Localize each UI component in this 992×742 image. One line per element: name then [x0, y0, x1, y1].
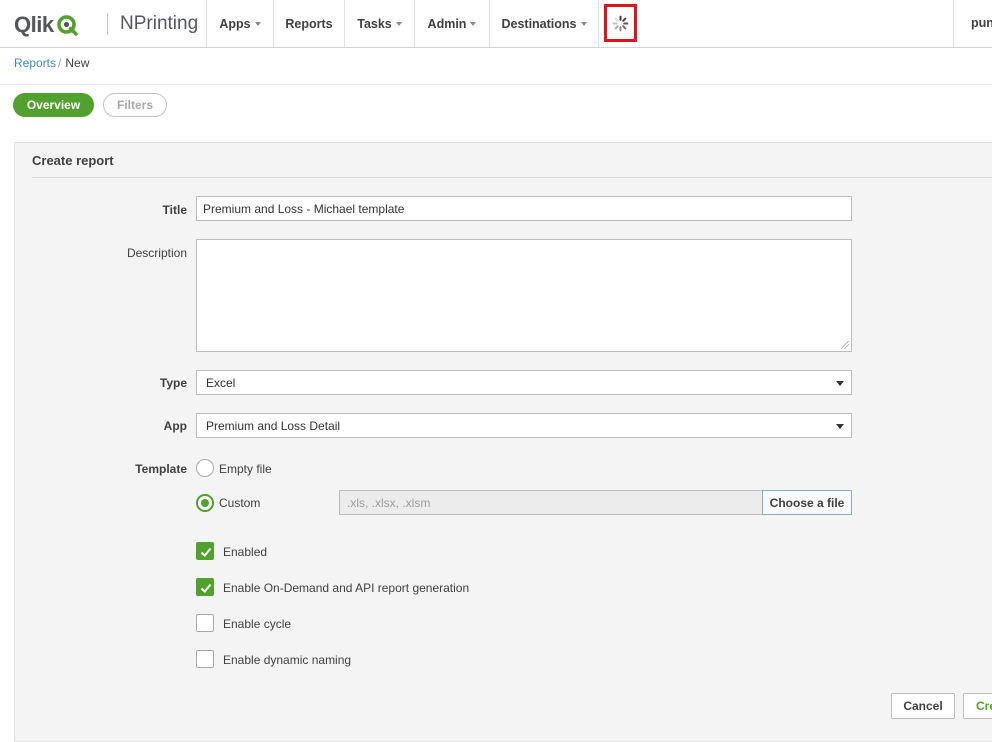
type-label: Type	[159, 376, 187, 390]
tab-overview[interactable]: Overview	[13, 93, 94, 117]
checkmark-icon	[200, 583, 212, 593]
dropdown-arrow-icon	[836, 381, 844, 386]
nav-admin-label: Admin	[427, 16, 467, 31]
caret-down-icon	[470, 21, 477, 26]
nav-tasks-label: Tasks	[357, 16, 392, 31]
template-file-input[interactable]: .xls, .xlsx, .xlsm	[339, 490, 763, 515]
tab-filters[interactable]: Filters	[103, 93, 167, 117]
app-select-value: Premium and Loss Detail	[206, 418, 341, 433]
qlik-q-icon	[56, 14, 78, 36]
template-label: Template	[135, 462, 187, 476]
enabled-checkbox[interactable]	[196, 542, 214, 560]
resize-grip-icon[interactable]	[841, 341, 849, 349]
cycle-checkbox[interactable]	[196, 614, 214, 632]
panel-divider	[32, 177, 992, 178]
caret-down-icon	[395, 21, 402, 26]
template-custom-radio[interactable]	[196, 494, 214, 512]
choose-file-button[interactable]: Choose a file	[762, 490, 852, 515]
panel-title: Create report	[32, 153, 114, 168]
app-select[interactable]: Premium and Loss Detail	[196, 413, 852, 438]
loading-indicator	[604, 4, 637, 42]
product-name: NPrinting	[120, 13, 199, 34]
description-label: Description	[126, 246, 187, 260]
caret-down-icon	[254, 21, 261, 26]
breadcrumb: Reports / New	[14, 56, 89, 70]
breadcrumb-separator: /	[58, 56, 62, 70]
breadcrumb-divider	[0, 84, 992, 85]
dynamic-naming-checkbox[interactable]	[196, 650, 214, 668]
logo-text: Qlik	[14, 12, 54, 37]
spinner-icon	[612, 15, 629, 32]
app-label: App	[163, 419, 187, 433]
user-menu[interactable]: pun	[971, 16, 992, 30]
type-select[interactable]: Excel	[196, 370, 852, 395]
nav-destinations-label: Destinations	[501, 16, 577, 31]
top-navigation-bar: Qlik NPrinting Apps Reports Tasks Admin …	[0, 0, 992, 48]
type-select-value: Excel	[206, 375, 236, 390]
dropdown-arrow-icon	[836, 424, 844, 429]
nav-apps-label: Apps	[219, 16, 251, 31]
on-demand-checkbox[interactable]	[196, 578, 214, 596]
qlik-logo[interactable]: Qlik	[14, 12, 78, 38]
create-button[interactable]: Cre	[963, 693, 992, 719]
description-textarea[interactable]	[196, 239, 852, 352]
breadcrumb-current: New	[65, 56, 90, 70]
nav-tasks[interactable]: Tasks	[344, 0, 414, 47]
cancel-button[interactable]: Cancel	[891, 693, 955, 719]
nav-divider	[953, 0, 954, 47]
nav-admin[interactable]: Admin	[414, 0, 489, 47]
create-report-panel	[14, 142, 992, 742]
on-demand-label[interactable]: Enable On-Demand and API report generati…	[223, 581, 469, 595]
template-empty-radio[interactable]	[196, 459, 214, 477]
cycle-label[interactable]: Enable cycle	[223, 617, 291, 631]
template-empty-label[interactable]: Empty file	[219, 462, 272, 476]
dynamic-naming-label[interactable]: Enable dynamic naming	[223, 653, 351, 667]
caret-down-icon	[580, 21, 587, 26]
checkmark-icon	[200, 547, 212, 557]
nav-apps[interactable]: Apps	[206, 0, 273, 47]
nav-destinations[interactable]: Destinations	[489, 0, 599, 47]
title-label: Title	[162, 203, 187, 217]
template-custom-label[interactable]: Custom	[219, 496, 260, 510]
brand-divider	[107, 13, 108, 35]
nav-reports-label: Reports	[285, 16, 333, 31]
title-input[interactable]: Premium and Loss - Michael template	[196, 196, 852, 221]
nav-reports[interactable]: Reports	[273, 0, 344, 47]
enabled-label[interactable]: Enabled	[223, 545, 267, 559]
breadcrumb-reports-link[interactable]: Reports	[14, 56, 56, 70]
